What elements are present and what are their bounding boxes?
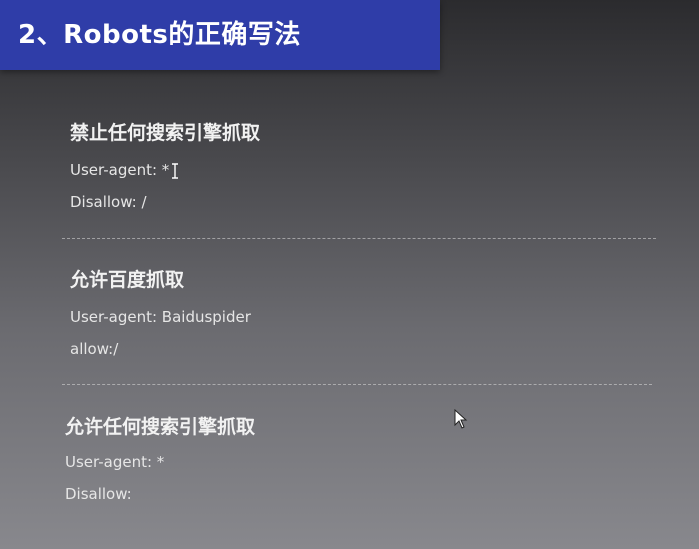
user-agent-line: User-agent: *: [65, 453, 165, 471]
section-divider: [62, 238, 656, 239]
section-heading: 允许任何搜索引擎抓取: [65, 416, 256, 438]
user-agent-line: User-agent: *: [70, 161, 260, 179]
ibeam-cursor-icon: [172, 162, 179, 179]
section-heading: 允许百度抓取: [70, 269, 185, 291]
section-divider: [62, 384, 652, 385]
section-allow-baidu: 允许百度抓取 User-agent: Baiduspider allow:/: [70, 265, 251, 358]
mouse-pointer-icon: [454, 409, 468, 429]
disallow-line: Disallow: /: [70, 193, 147, 211]
section-allow-all: 允许任何搜索引擎抓取 User-agent: * Disallow:: [65, 412, 255, 503]
section-disallow-all: 禁止任何搜索引擎抓取 User-agent: * Disallow: /: [70, 118, 260, 211]
section-heading: 禁止任何搜索引擎抓取: [70, 122, 261, 144]
allow-line: allow:/: [70, 340, 119, 358]
slide-title-bar: 2、Robots的正确写法: [0, 0, 440, 70]
user-agent-line: User-agent: Baiduspider: [70, 308, 251, 326]
user-agent-text: User-agent: *: [70, 161, 170, 179]
slide-title: 2、Robots的正确写法: [18, 20, 301, 50]
disallow-line: Disallow:: [65, 485, 132, 503]
